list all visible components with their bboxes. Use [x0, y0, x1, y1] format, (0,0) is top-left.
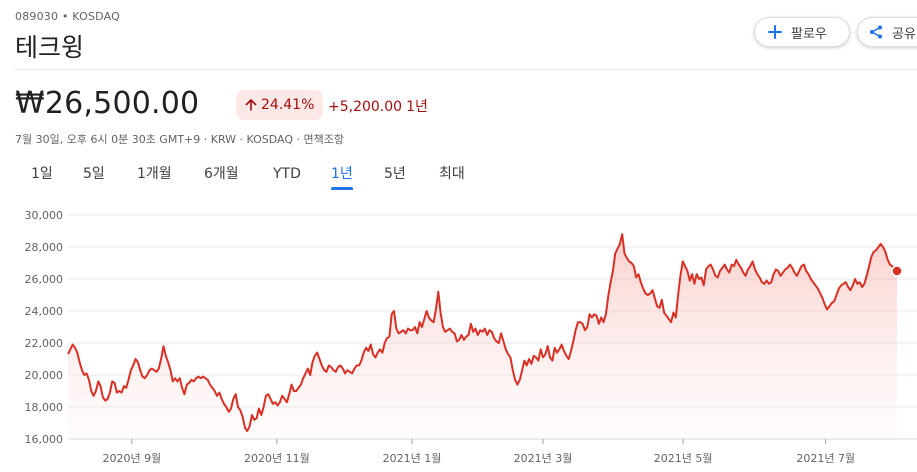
header-divider [15, 69, 917, 70]
y-tick-label: 26,000 [25, 273, 64, 286]
plus-icon [767, 24, 783, 40]
y-tick-label: 20,000 [25, 369, 64, 382]
follow-label: 팔로우 [791, 26, 827, 42]
quote-meta: 7월 30일, 오후 6시 0분 30초 GMT+9 · KRW · KOSDA… [15, 133, 345, 146]
company-name: 테크윙 [15, 33, 85, 62]
x-tick-label: 2021년 1월 [383, 452, 442, 465]
current-price: ₩26,500.00 [15, 86, 200, 121]
y-tick-label: 16,000 [25, 433, 64, 446]
y-tick-label: 22,000 [25, 337, 64, 350]
x-tick-label: 2021년 3월 [514, 452, 573, 465]
arrow-up-icon [244, 98, 258, 112]
share-label: 공유 [892, 26, 916, 42]
x-tick-label: 2020년 11월 [244, 452, 310, 465]
follow-button[interactable]: 팔로우 [754, 17, 850, 47]
tab-1m[interactable]: 1개월 [137, 164, 172, 190]
absolute-change: +5,200.00 1년 [328, 96, 428, 116]
tab-1y[interactable]: 1년 [331, 164, 353, 190]
tab-1d[interactable]: 1일 [31, 164, 53, 190]
y-tick-label: 30,000 [25, 209, 64, 222]
tab-max[interactable]: 최대 [439, 164, 465, 190]
last-price-marker [891, 265, 903, 277]
y-tick-label: 24,000 [25, 305, 64, 318]
y-tick-label: 18,000 [25, 401, 64, 414]
y-tick-label: 28,000 [25, 241, 64, 254]
share-button[interactable]: 공유 [857, 17, 917, 47]
share-icon [868, 24, 884, 40]
price-chart[interactable]: 30,000 28,000 26,000 24,000 22,000 20,000 18,0… [0, 200, 917, 472]
percent-change-badge: 24.41% [236, 90, 324, 120]
x-tick-label: 2020년 9월 [102, 452, 161, 465]
x-tick-label: 2021년 7월 [796, 452, 855, 465]
absolute-change-value: +5,200.00 [328, 99, 403, 115]
ticker-symbol: 089030 • KOSDAQ [15, 10, 120, 23]
tab-5y[interactable]: 5년 [384, 164, 406, 190]
price-area-fill [68, 234, 897, 439]
percent-change: 24.41% [261, 97, 315, 113]
tab-6m[interactable]: 6개월 [204, 164, 239, 190]
x-tick-label: 2021년 5월 [654, 452, 713, 465]
tab-5d[interactable]: 5일 [83, 164, 105, 190]
tab-ytd[interactable]: YTD [273, 164, 301, 190]
change-period: 1년 [406, 99, 428, 115]
